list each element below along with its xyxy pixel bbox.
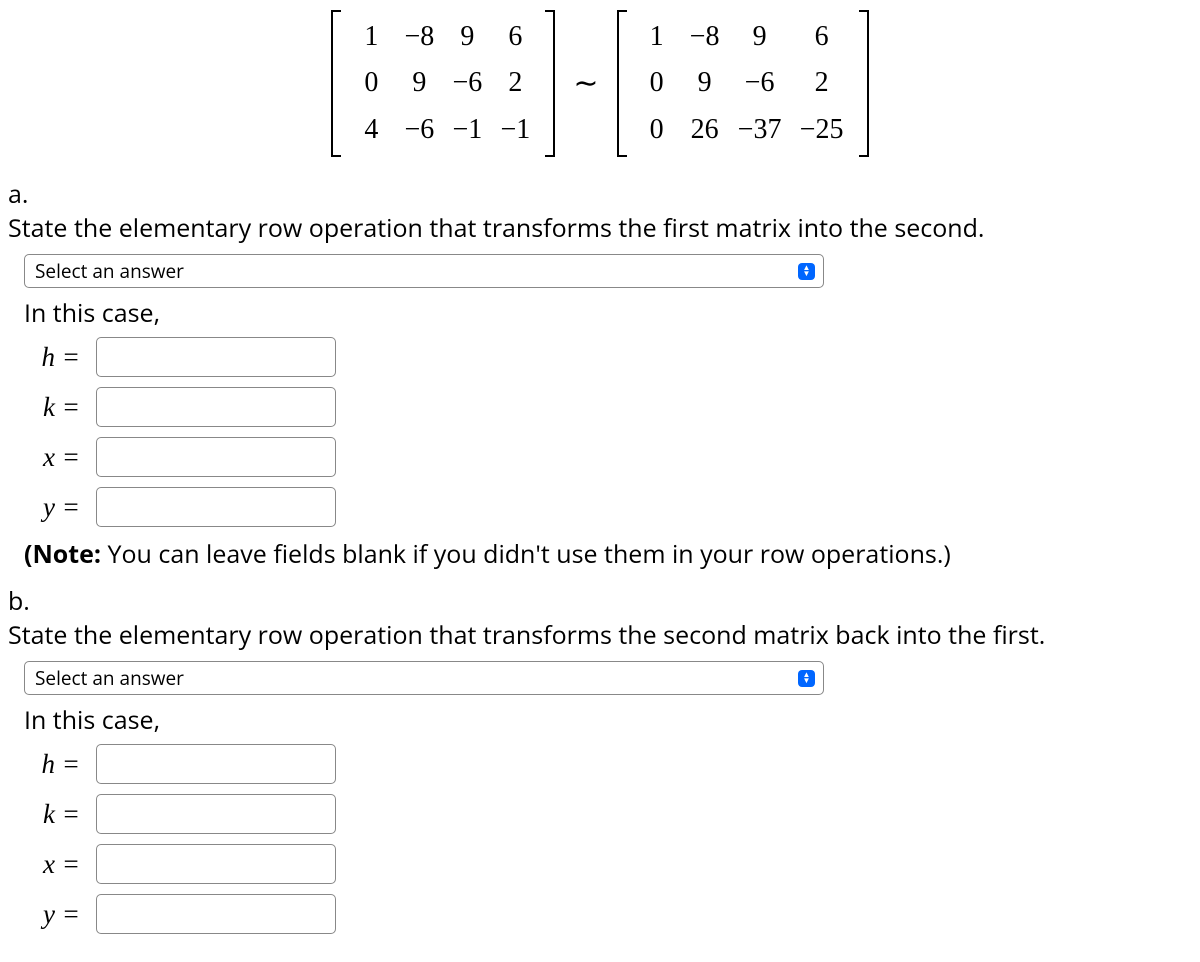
matrix-cell: 9 [681, 60, 729, 106]
matrix-cell: −1 [491, 107, 539, 153]
var-label-k: k = [32, 392, 96, 423]
part-b-label: b. [8, 584, 40, 618]
var-label-y: y = [32, 899, 96, 930]
matrix-cell: 4 [347, 107, 395, 153]
part-a-label: a. [8, 177, 40, 211]
h-input-a[interactable] [96, 337, 336, 377]
matrix-display: 1 −8 9 6 0 9 −6 2 4 −6 −1 −1 ∼ 1 [8, 10, 1192, 157]
subtext-a: In this case, [24, 296, 1156, 331]
var-row-h-a: h = [32, 337, 1156, 377]
matrix-cell: 0 [633, 107, 681, 153]
matrix-cell: 6 [491, 14, 539, 60]
subtext-b: In this case, [24, 703, 1156, 738]
matrix-cell: 1 [347, 14, 395, 60]
question-part-b: b. State the elementary row operation th… [8, 584, 1192, 944]
question-a-text: State the elementary row operation that … [8, 211, 1156, 246]
bracket-right [859, 10, 869, 157]
var-label-h: h = [32, 342, 96, 373]
bracket-right [545, 10, 555, 157]
matrix-cell: 26 [681, 107, 729, 153]
matrix-cell: 0 [633, 60, 681, 106]
matrix-cell: −25 [791, 107, 853, 153]
note-text: (Note: You can leave fields blank if you… [24, 537, 1156, 572]
select-placeholder: Select an answer [35, 258, 184, 284]
k-input-a[interactable] [96, 387, 336, 427]
matrix-cell: −8 [395, 14, 443, 60]
k-input-b[interactable] [96, 794, 336, 834]
var-row-h-b: h = [32, 744, 1156, 784]
var-label-x: x = [32, 849, 96, 880]
y-input-b[interactable] [96, 894, 336, 934]
x-input-b[interactable] [96, 844, 336, 884]
var-row-x-a: x = [32, 437, 1156, 477]
matrix-cell: −8 [681, 14, 729, 60]
var-row-k-b: k = [32, 794, 1156, 834]
matrix-cell: −6 [395, 107, 443, 153]
matrix-body: 1 −8 9 6 0 9 −6 2 4 −6 −1 −1 [341, 10, 545, 157]
y-input-a[interactable] [96, 487, 336, 527]
var-label-h: h = [32, 749, 96, 780]
question-part-a: a. State the elementary row operation th… [8, 177, 1192, 576]
matrix-cell: 9 [729, 14, 791, 60]
var-row-x-b: x = [32, 844, 1156, 884]
chevron-updown-icon: ▲▼ [798, 670, 815, 687]
bracket-left [331, 10, 341, 157]
matrix-cell: 9 [443, 14, 491, 60]
select-placeholder: Select an answer [35, 665, 184, 691]
var-label-x: x = [32, 442, 96, 473]
matrix-body: 1 −8 9 6 0 9 −6 2 0 26 −37 −25 [627, 10, 859, 157]
var-label-y: y = [32, 492, 96, 523]
x-input-a[interactable] [96, 437, 336, 477]
matrix-cell: 1 [633, 14, 681, 60]
answer-select-a[interactable]: Select an answer ▲▼ [24, 254, 824, 288]
matrix-cell: 0 [347, 60, 395, 106]
question-b-text: State the elementary row operation that … [8, 618, 1156, 653]
matrix-cell: 2 [791, 60, 853, 106]
matrix-cell: 9 [395, 60, 443, 106]
matrix-cell: −6 [443, 60, 491, 106]
h-input-b[interactable] [96, 744, 336, 784]
answer-select-b[interactable]: Select an answer ▲▼ [24, 661, 824, 695]
bracket-left [617, 10, 627, 157]
matrix-cell: −1 [443, 107, 491, 153]
var-row-y-a: y = [32, 487, 1156, 527]
matrix-cell: 2 [491, 60, 539, 106]
matrix-cell: −6 [729, 60, 791, 106]
matrix-cell: 6 [791, 14, 853, 60]
var-label-k: k = [32, 799, 96, 830]
var-row-y-b: y = [32, 894, 1156, 934]
matrix-1: 1 −8 9 6 0 9 −6 2 4 −6 −1 −1 [331, 10, 555, 157]
matrix-2: 1 −8 9 6 0 9 −6 2 0 26 −37 −25 [617, 10, 869, 157]
tilde-symbol: ∼ [573, 66, 598, 101]
chevron-updown-icon: ▲▼ [798, 263, 815, 280]
var-row-k-a: k = [32, 387, 1156, 427]
matrix-cell: −37 [729, 107, 791, 153]
